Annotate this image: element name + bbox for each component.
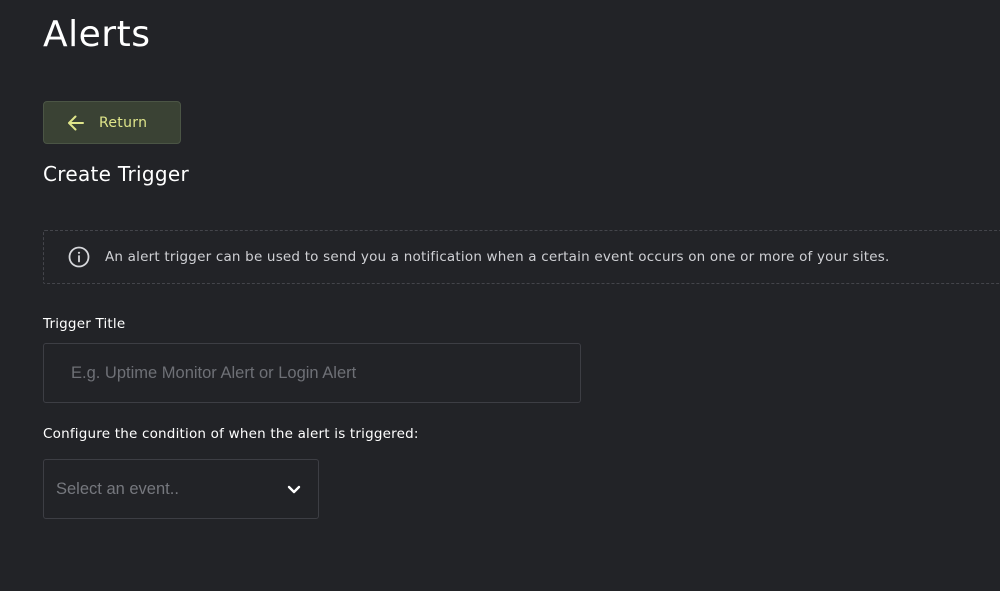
event-select-value: Select an event.. — [56, 479, 179, 498]
trigger-title-input[interactable] — [43, 343, 581, 403]
section-title: Create Trigger — [43, 162, 189, 186]
arrow-left-icon — [66, 113, 86, 133]
return-button[interactable]: Return — [43, 101, 181, 144]
info-text: An alert trigger can be used to send you… — [105, 249, 890, 265]
trigger-title-label: Trigger Title — [43, 316, 126, 332]
info-notice: An alert trigger can be used to send you… — [43, 230, 1000, 284]
event-select[interactable]: Select an event.. — [43, 459, 319, 519]
condition-label: Configure the condition of when the aler… — [43, 426, 419, 442]
page-title: Alerts — [43, 14, 151, 55]
info-circle-icon — [68, 246, 90, 268]
chevron-down-icon — [286, 481, 302, 497]
alerts-page: Alerts Return Create Trigger An alert tr… — [0, 0, 1000, 591]
return-button-label: Return — [99, 114, 148, 131]
